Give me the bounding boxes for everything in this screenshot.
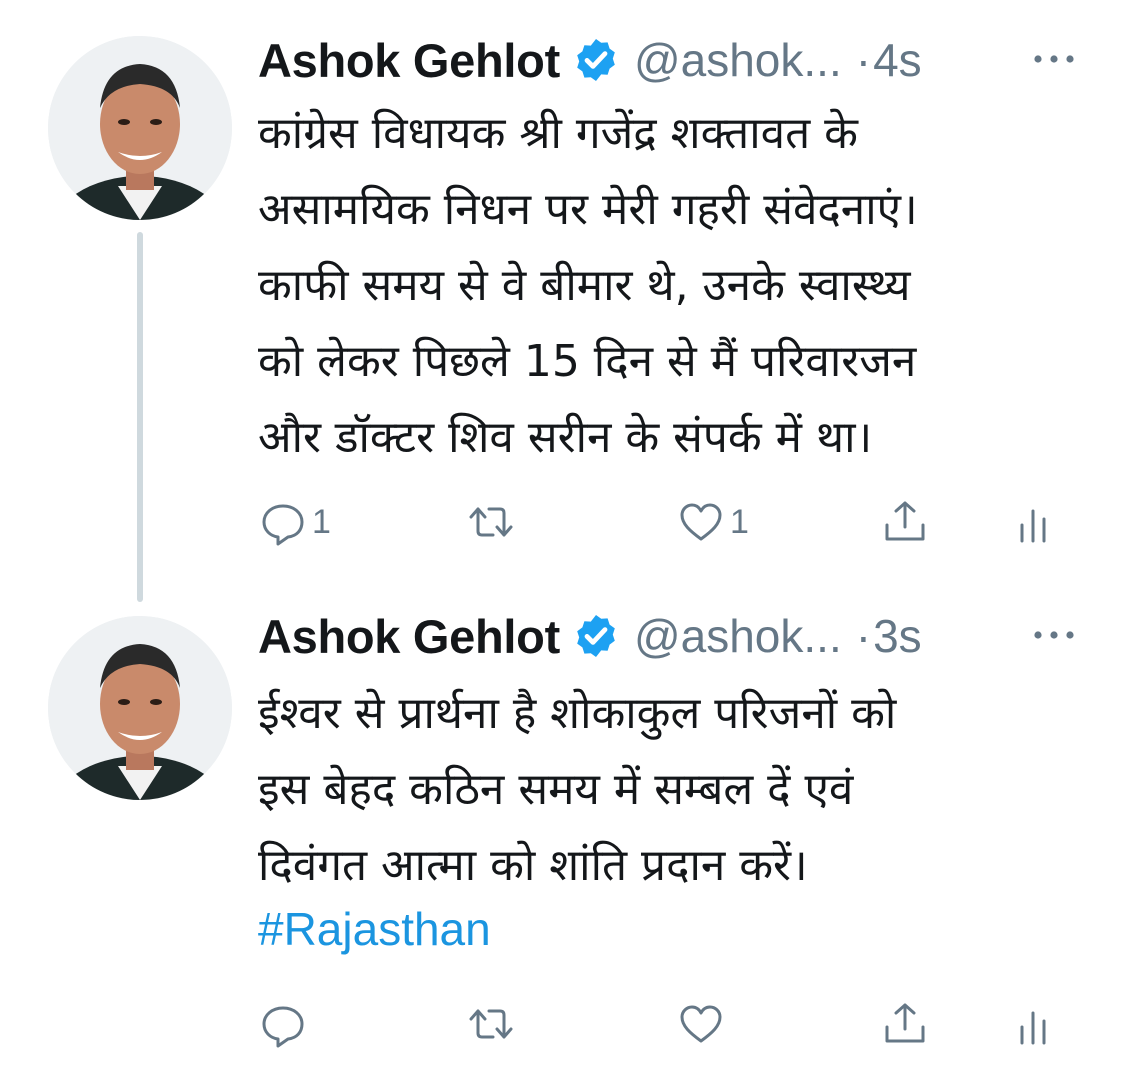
tweet-actions: [258, 994, 1058, 1054]
heart-icon: [680, 1005, 722, 1043]
retweet-button[interactable]: [466, 994, 520, 1054]
analytics-icon: [1020, 1011, 1046, 1045]
like-button[interactable]: 1: [676, 492, 749, 552]
share-icon: [885, 501, 925, 541]
avatar[interactable]: [48, 616, 232, 800]
user-handle[interactable]: @ashok...: [634, 609, 842, 663]
reply-button[interactable]: [258, 994, 312, 1054]
retweet-icon: [469, 1009, 513, 1039]
timestamp[interactable]: 3s: [873, 609, 922, 663]
reply-icon: [262, 504, 304, 546]
more-options-icon[interactable]: [1030, 620, 1078, 650]
reply-icon: [262, 1006, 304, 1048]
tweet-header: Ashok Gehlot @ashok... · 4s: [258, 30, 1078, 90]
avatar-image: [48, 36, 232, 220]
display-name[interactable]: Ashok Gehlot: [258, 609, 560, 664]
verified-badge-icon: [577, 39, 615, 81]
analytics-icon: [1020, 509, 1046, 543]
tweet[interactable]: Ashok Gehlot @ashok... · 3s ईश्वर से प्र…: [0, 600, 1125, 1074]
analytics-button[interactable]: [1008, 492, 1058, 552]
tweet-header: Ashok Gehlot @ashok... · 3s: [258, 606, 1078, 666]
user-handle[interactable]: @ashok...: [634, 33, 842, 87]
share-button[interactable]: [880, 492, 930, 552]
timestamp[interactable]: 4s: [873, 33, 922, 87]
more-options-icon[interactable]: [1030, 44, 1078, 74]
tweet-text: ईश्वर से प्रार्थना है शोकाकुल परिजनों को…: [258, 688, 897, 891]
tweet-actions: 1 1: [258, 492, 1058, 552]
share-button[interactable]: [880, 994, 930, 1054]
hashtag-link[interactable]: #Rajasthan: [258, 902, 491, 956]
share-icon: [885, 1003, 925, 1043]
avatar-image: [48, 616, 232, 800]
retweet-icon: [469, 507, 513, 537]
avatar[interactable]: [48, 36, 232, 220]
heart-icon: [680, 503, 722, 541]
like-count: 1: [730, 502, 749, 541]
reply-button[interactable]: 1: [258, 492, 331, 552]
tweet-text: कांग्रेस विधायक श्री गजेंद्र शक्तावत के …: [258, 108, 918, 463]
retweet-button[interactable]: [466, 492, 520, 552]
separator-dot: ·: [855, 610, 872, 662]
like-button[interactable]: [676, 994, 730, 1054]
display-name[interactable]: Ashok Gehlot: [258, 33, 560, 88]
analytics-button[interactable]: [1008, 994, 1058, 1054]
separator-dot: ·: [855, 34, 872, 86]
verified-badge-icon: [577, 615, 615, 657]
reply-count: 1: [312, 502, 331, 541]
tweet[interactable]: Ashok Gehlot @ashok... · 4s कांग्रेस विध…: [0, 0, 1125, 600]
